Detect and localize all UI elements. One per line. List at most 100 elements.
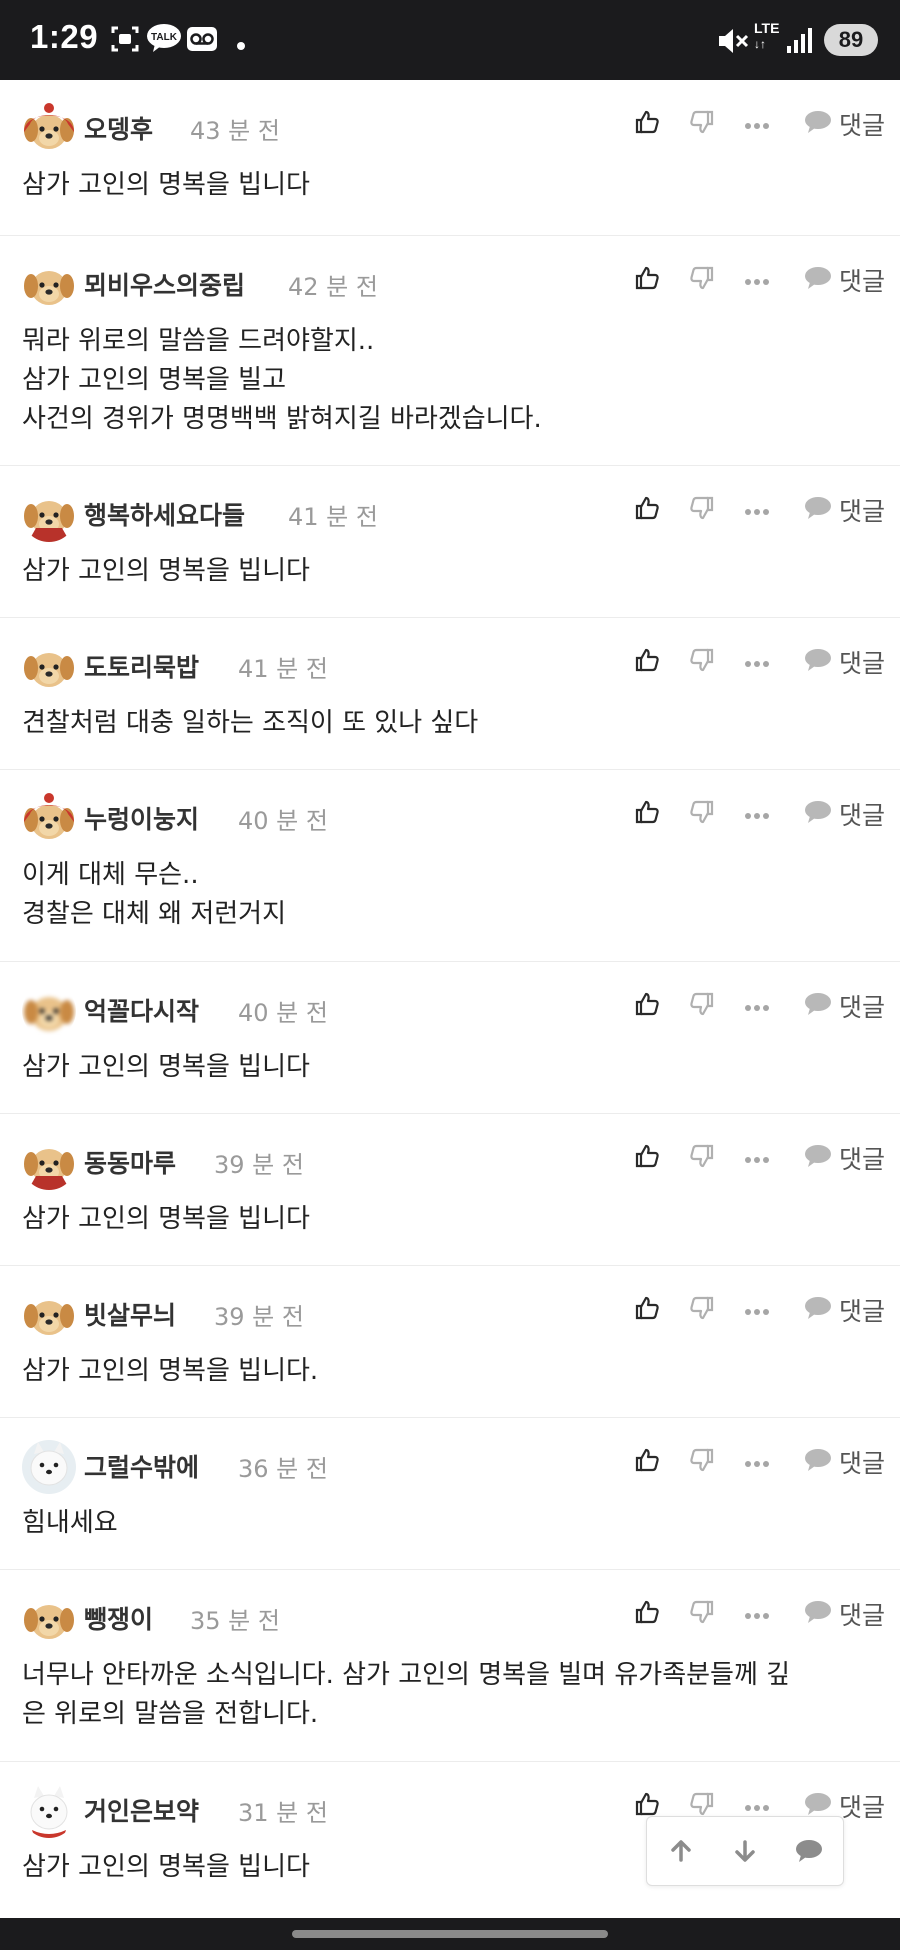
comment-time: 36 분 전 (238, 1455, 328, 1483)
reply-label: 댓글 (838, 1601, 885, 1630)
comment-nickname[interactable]: 그럴수밖에 (84, 1448, 199, 1484)
like-button[interactable] (630, 1442, 664, 1482)
comment-nickname[interactable]: 뺑쟁이 (84, 1600, 153, 1636)
reply-button[interactable]: 댓글 (798, 1442, 890, 1482)
avatar[interactable] (22, 1288, 76, 1342)
more-button[interactable] (740, 490, 774, 530)
comment-nickname[interactable]: 빗살무늬 (84, 1296, 176, 1332)
avatar[interactable] (22, 1136, 76, 1190)
reply-button[interactable]: 댓글 (798, 642, 890, 682)
avatar[interactable] (22, 640, 76, 694)
avatar[interactable] (22, 1440, 76, 1494)
thumbs-down-icon (689, 1599, 715, 1629)
dislike-button[interactable] (685, 1290, 719, 1330)
reply-button[interactable]: 댓글 (798, 1594, 890, 1634)
dislike-button[interactable] (685, 794, 719, 834)
comment-item: 오뎅후 43 분 전 댓글 삼가 고인의 명복을 빕니다 (0, 80, 900, 236)
avatar[interactable] (22, 792, 76, 846)
dislike-button[interactable] (685, 986, 719, 1026)
dislike-button[interactable] (685, 1594, 719, 1634)
more-button[interactable] (740, 260, 774, 300)
avatar[interactable] (22, 258, 76, 312)
reply-button[interactable]: 댓글 (798, 104, 890, 144)
comment-item: 누렁이눙지 40 분 전 댓글 이게 대체 무슨.. 경찰은 대체 왜 저런거지 (0, 770, 900, 962)
avatar[interactable] (22, 488, 76, 542)
dislike-button[interactable] (685, 1138, 719, 1178)
thumbs-up-icon (634, 799, 660, 829)
voicemail-icon (186, 26, 218, 56)
reply-button[interactable]: 댓글 (798, 1290, 890, 1330)
thumbs-down-icon (689, 109, 715, 139)
comment-nickname[interactable]: 행복하세요다들 (84, 496, 245, 532)
reply-button[interactable]: 댓글 (798, 260, 890, 300)
comment-body: 삼가 고인의 명복을 빕니다 (22, 1048, 882, 1087)
reply-label: 댓글 (838, 1145, 885, 1174)
reply-label: 댓글 (838, 1793, 885, 1822)
comment-time: 41 분 전 (238, 655, 328, 683)
dislike-button[interactable] (685, 260, 719, 300)
thumbs-up-icon (634, 495, 660, 525)
more-dots-icon (744, 1149, 770, 1168)
avatar[interactable] (22, 102, 76, 156)
comment-actions: 댓글 (630, 490, 890, 530)
dislike-button[interactable] (685, 104, 719, 144)
comment-text-line: 은 위로의 말씀을 전합니다. (22, 1699, 319, 1729)
comment-nickname[interactable]: 오뎅후 (84, 110, 153, 146)
scroll-down-button[interactable] (725, 1831, 765, 1871)
comment-time: 40 분 전 (238, 807, 328, 835)
more-button[interactable] (740, 104, 774, 144)
avatar[interactable] (22, 984, 76, 1038)
comment-text-line: 힘내세요 (22, 1508, 118, 1538)
more-button[interactable] (740, 1594, 774, 1634)
like-button[interactable] (630, 490, 664, 530)
like-button[interactable] (630, 986, 664, 1026)
comment-item: 뺑쟁이 35 분 전 댓글 너무나 안타까운 소식입니다. 삼가 고인의 명복을 빌며… (0, 1570, 900, 1762)
scroll-up-button[interactable] (661, 1831, 701, 1871)
comment-item: 그럴수밖에 36 분 전 댓글힘내세요 (0, 1418, 900, 1570)
like-button[interactable] (630, 794, 664, 834)
more-button[interactable] (740, 1290, 774, 1330)
home-indicator[interactable] (292, 1930, 608, 1938)
comment-nickname[interactable]: 동동마루 (84, 1144, 176, 1180)
like-button[interactable] (630, 642, 664, 682)
reply-button[interactable]: 댓글 (798, 794, 890, 834)
comment-time: 40 분 전 (238, 999, 328, 1027)
more-button[interactable] (740, 1138, 774, 1178)
thumbs-down-icon (689, 1295, 715, 1325)
more-button[interactable] (740, 986, 774, 1026)
like-button[interactable] (630, 104, 664, 144)
battery-indicator: 89 (824, 24, 878, 56)
comment-text-line: 삼가 고인의 명복을 빕니다 (22, 556, 310, 586)
comment-nickname[interactable]: 도토리묵밥 (84, 648, 199, 684)
avatar[interactable] (22, 1784, 76, 1838)
comment-nickname[interactable]: 뫼비우스의중립 (84, 266, 245, 302)
comment-item: 억꼴다시작 40 분 전 댓글삼가 고인의 명복을 빕니다 (0, 962, 900, 1114)
reply-button[interactable]: 댓글 (798, 1138, 890, 1178)
comment-actions: 댓글 (630, 986, 890, 1026)
arrow-up-icon (671, 1840, 691, 1862)
more-dots-icon (744, 1605, 770, 1624)
like-button[interactable] (630, 260, 664, 300)
reply-label: 댓글 (838, 111, 885, 140)
like-button[interactable] (630, 1290, 664, 1330)
like-button[interactable] (630, 1138, 664, 1178)
reply-button[interactable]: 댓글 (798, 490, 890, 530)
notification-dot-icon (236, 36, 246, 55)
more-button[interactable] (740, 794, 774, 834)
comment-actions: 댓글 (630, 1442, 890, 1482)
dislike-button[interactable] (685, 1442, 719, 1482)
thumbs-up-icon (634, 1599, 660, 1629)
comment-nickname[interactable]: 거인은보약 (84, 1792, 199, 1828)
write-comment-button[interactable] (789, 1831, 829, 1871)
avatar[interactable] (22, 1592, 76, 1646)
more-button[interactable] (740, 642, 774, 682)
comment-nickname[interactable]: 억꼴다시작 (84, 992, 199, 1028)
like-button[interactable] (630, 1594, 664, 1634)
thumbs-up-icon (634, 1143, 660, 1173)
reply-button[interactable]: 댓글 (798, 986, 890, 1026)
more-button[interactable] (740, 1442, 774, 1482)
dislike-button[interactable] (685, 490, 719, 530)
comment-nickname[interactable]: 누렁이눙지 (84, 800, 199, 836)
dislike-button[interactable] (685, 642, 719, 682)
screenshot-icon (110, 24, 140, 58)
